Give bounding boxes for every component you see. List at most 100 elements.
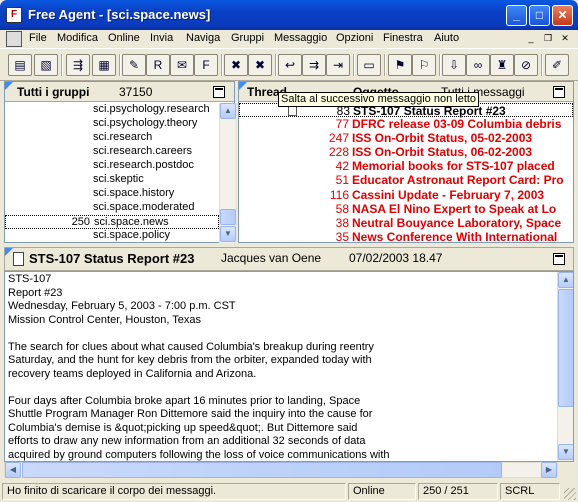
menu-file[interactable]: File (29, 32, 47, 44)
group-name: sci.research (93, 131, 153, 143)
scroll-up-icon[interactable]: ▲ (220, 103, 236, 119)
close-button[interactable]: ✕ (552, 5, 573, 26)
group-row[interactable]: sci.psychology.theory (5, 117, 219, 131)
maximize-button[interactable]: □ (529, 5, 550, 26)
group-row[interactable]: sci.research.postdoc (5, 159, 219, 173)
scroll-right-icon[interactable]: ▶ (541, 462, 557, 478)
resize-grip-icon[interactable] (564, 488, 576, 500)
mdi-close-icon[interactable]: ✕ (558, 32, 572, 45)
download-icon[interactable]: ⇩ (442, 54, 466, 76)
mark-thread-icon[interactable]: ✖ (248, 54, 272, 76)
unflag-icon[interactable]: ⚐ (412, 54, 436, 76)
horizontal-scrollbar[interactable]: ◀ ▶ (4, 462, 558, 478)
scroll-thumb[interactable] (558, 289, 573, 407)
mdi-minimize-icon[interactable]: _ (524, 32, 538, 45)
minimize-button[interactable]: _ (506, 5, 527, 26)
maximize-pane-icon[interactable] (553, 253, 565, 265)
threads-list: 83 STS-107 Status Report #23 77 DFRC releas… (239, 103, 573, 242)
reply-icon[interactable]: R (146, 54, 170, 76)
group-row[interactable]: sci.skeptic (5, 173, 219, 187)
thread-row[interactable]: 247 ISS On-Orbit Status, 05-02-2003 (239, 131, 573, 145)
toolbar-separator (384, 54, 386, 76)
next-thread-icon[interactable]: ⇥ (326, 54, 350, 76)
toolbar-separator (353, 54, 355, 76)
scroll-left-icon[interactable]: ◀ (5, 462, 21, 478)
prev-thread-icon[interactable]: ↩ (278, 54, 302, 76)
new-article-icon[interactable]: ✎ (122, 54, 146, 76)
scroll-up-icon[interactable]: ▲ (558, 272, 573, 288)
thread-row[interactable]: 116 Cassini Update - February 7, 2003 (239, 188, 573, 202)
title-bar[interactable]: F Free Agent - [sci.space.news] _ □ ✕ (0, 0, 578, 30)
forward-icon[interactable]: F (194, 54, 218, 76)
thread-count: 247 (328, 131, 349, 146)
read-all-icon[interactable]: ▧ (34, 54, 58, 76)
toolbar-separator (61, 54, 63, 76)
group-row[interactable]: sci.research (5, 131, 219, 145)
menu-aiuto[interactable]: Aiuto (434, 32, 459, 44)
menu-naviga[interactable]: Naviga (186, 32, 220, 44)
group-name: sci.space.history (93, 187, 175, 199)
group-row[interactable]: sci.space.moderated (5, 201, 219, 215)
watch-icon[interactable]: ∞ (466, 54, 490, 76)
skip-thread-icon[interactable]: ✖ (224, 54, 248, 76)
scroll-thumb[interactable] (220, 209, 236, 225)
toolbar: ▤ ▧ ⇶ ▦ ✎ R ✉ F ✖ ✖ ↩ ⇉ ⇥ ▭ ⚑ ⚐ ⇩ ∞ ♜ ⊘ … (0, 48, 578, 81)
tooltip: Salta al successivo messaggio non letto (278, 92, 480, 107)
groups-scrollbar[interactable]: ▲ ▼ (219, 103, 236, 243)
group-row[interactable]: 250 sci.space.news (5, 215, 219, 229)
group-row[interactable]: sci.space.policy (5, 229, 219, 243)
menu-invia[interactable]: Invia (150, 32, 173, 44)
thread-row[interactable]: 58 NASA El Nino Expert to Speak at Lo (239, 202, 573, 216)
group-name: sci.psychology.theory (93, 117, 198, 129)
scroll-down-icon[interactable]: ▼ (220, 226, 236, 242)
maximize-pane-icon[interactable] (553, 86, 565, 98)
thread-count: 228 (328, 145, 349, 160)
thread-subject: Cassini Update - February 7, 2003 (352, 187, 545, 202)
scroll-thumb[interactable] (22, 462, 502, 478)
thread-count: 51 (335, 173, 349, 188)
menu-finestra[interactable]: Finestra (383, 32, 423, 44)
article-scrollbar[interactable]: ▲ ▼ (557, 272, 573, 461)
group-row[interactable]: sci.research.careers (5, 145, 219, 159)
article-body[interactable]: STS-107 Report #23 Wednesday, February 5… (4, 271, 574, 462)
binary-icon[interactable]: ▭ (357, 54, 381, 76)
thread-row[interactable]: 77 DFRC release 03-09 Columbia debris (239, 117, 573, 131)
ignore-icon[interactable]: ⊘ (514, 54, 538, 76)
clear-icon[interactable]: ✐ (545, 54, 569, 76)
menu-modifica[interactable]: Modifica (57, 32, 98, 44)
toolbar-separator (221, 54, 223, 76)
thread-row[interactable]: 35 News Conference With International (239, 230, 573, 242)
bullets-icon[interactable]: ⇶ (66, 54, 90, 76)
toolbar-separator (119, 54, 121, 76)
thread-row[interactable]: 42 Memorial books for STS-107 placed (239, 159, 573, 173)
thread-row[interactable]: 38 Neutral Bouyance Laboratory, Space (239, 216, 573, 230)
group-row[interactable]: sci.space.history (5, 187, 219, 201)
menu-online[interactable]: Online (108, 32, 140, 44)
groups-title: Tutti i gruppi (17, 85, 90, 99)
next-unread-icon[interactable]: ⇉ (302, 54, 326, 76)
menu-opzioni[interactable]: Opzioni (336, 32, 373, 44)
mdi-restore-icon[interactable]: ❐ (541, 32, 555, 45)
menu-messaggio[interactable]: Messaggio (274, 32, 327, 44)
get-messages-icon[interactable]: ▤ (8, 54, 32, 76)
status-counter: 250 / 251 (418, 483, 498, 500)
status-mode: Online (348, 483, 416, 500)
maximize-pane-icon[interactable] (213, 86, 225, 98)
thread-subject: Neutral Bouyance Laboratory, Space (352, 215, 562, 230)
reply-group-icon[interactable]: ✉ (170, 54, 194, 76)
article-title: STS-107 Status Report #23 (29, 251, 195, 266)
document-icon[interactable] (6, 31, 22, 47)
scroll-down-icon[interactable]: ▼ (558, 444, 573, 460)
toolbar-separator (439, 54, 441, 76)
thread-count: 116 (329, 187, 349, 202)
post-icon[interactable]: ▦ (92, 54, 116, 76)
thread-subject: Memorial books for STS-107 placed (352, 159, 555, 174)
toolbar-separator (541, 54, 543, 76)
group-row[interactable]: sci.psychology.research (5, 103, 219, 117)
menu-gruppi[interactable]: Gruppi (231, 32, 264, 44)
article-date: 07/02/2003 18.47 (349, 251, 443, 265)
thread-row[interactable]: 51 Educator Astronaut Report Card: Pro (239, 173, 573, 187)
lock-icon[interactable]: ♜ (490, 54, 514, 76)
flag-icon[interactable]: ⚑ (388, 54, 412, 76)
thread-row[interactable]: 228 ISS On-Orbit Status, 06-02-2003 (239, 145, 573, 159)
